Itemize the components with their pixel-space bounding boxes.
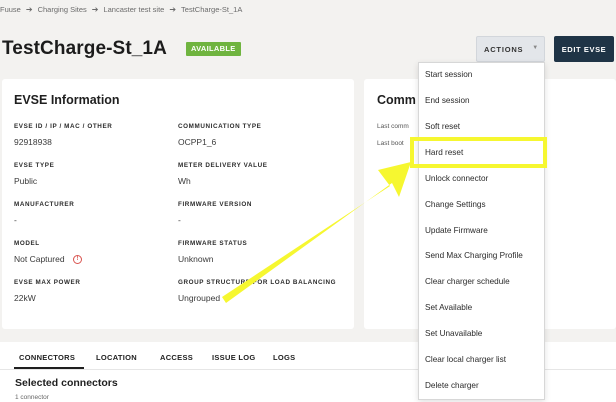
field-value-row: Not Captured ! xyxy=(14,254,82,265)
tab-issue-log[interactable]: ISSUE LOG xyxy=(212,353,256,362)
field-firmware-status: FIRMWARE STATUS Unknown xyxy=(178,240,247,264)
page-title: TestCharge-St_1A xyxy=(2,38,167,59)
annotation-highlight-box xyxy=(410,137,547,168)
field-label: GROUP STRUCTURE FOR LOAD BALANCING xyxy=(178,279,337,286)
menu-item-set-unavailable[interactable]: Set Unavailable xyxy=(425,329,482,338)
actions-menu: Start session End session Soft reset Har… xyxy=(418,62,545,400)
menu-item-soft-reset[interactable]: Soft reset xyxy=(425,122,460,131)
tab-logs[interactable]: LOGS xyxy=(273,353,295,362)
field-label: EVSE MAX POWER xyxy=(14,279,81,286)
field-label: METER DELIVERY VALUE xyxy=(178,162,268,169)
communication-heading: Comm xyxy=(377,93,416,107)
tab-access[interactable]: ACCESS xyxy=(160,353,193,362)
breadcrumb-item-charging-sites[interactable]: Charging Sites xyxy=(38,5,87,14)
breadcrumb-arrow-icon: ➔ xyxy=(25,4,33,14)
field-group-structure: GROUP STRUCTURE FOR LOAD BALANCING Ungro… xyxy=(178,279,336,303)
actions-label: ACTIONS xyxy=(484,44,524,54)
field-label: MANUFACTURER xyxy=(14,201,75,208)
field-communication-type: COMMUNICATION TYPE OCPP1_6 xyxy=(178,123,261,147)
menu-item-update-firmware[interactable]: Update Firmware xyxy=(425,226,488,235)
actions-dropdown-button[interactable]: ACTIONS ▼ xyxy=(476,36,545,62)
breadcrumb-arrow-icon: ➔ xyxy=(169,4,177,14)
connector-count: 1 connector xyxy=(15,394,49,401)
active-tab-indicator xyxy=(14,367,84,369)
field-label: FIRMWARE VERSION xyxy=(178,201,252,208)
field-meter-delivery-value: METER DELIVERY VALUE Wh xyxy=(178,162,268,186)
field-label: MODEL xyxy=(14,240,40,247)
edit-evse-button[interactable]: EDIT EVSE xyxy=(554,36,614,62)
last-boot-label: Last boot xyxy=(377,140,404,147)
field-firmware-version: FIRMWARE VERSION - xyxy=(178,201,252,225)
field-value: Wh xyxy=(178,176,191,186)
menu-item-delete-charger[interactable]: Delete charger xyxy=(425,381,479,390)
status-badge: AVAILABLE xyxy=(186,42,241,56)
selected-connectors-title: Selected connectors xyxy=(15,377,118,389)
breadcrumb-item-fuuse[interactable]: Fuuse xyxy=(0,5,21,14)
field-value: - xyxy=(14,215,17,225)
menu-item-unlock-connector[interactable]: Unlock connector xyxy=(425,174,488,183)
menu-item-start-session[interactable]: Start session xyxy=(425,70,472,79)
menu-item-clear-charger-schedule[interactable]: Clear charger schedule xyxy=(425,277,510,286)
field-evse-max-power: EVSE MAX POWER 22kW xyxy=(14,279,80,303)
field-value: Not Captured xyxy=(14,254,65,264)
field-evse-id: EVSE ID / IP / MAC / OTHER 92918938 xyxy=(14,123,112,147)
breadcrumb-item-site[interactable]: Lancaster test site xyxy=(103,5,164,14)
menu-item-change-settings[interactable]: Change Settings xyxy=(425,200,486,209)
field-value: OCPP1_6 xyxy=(178,137,217,147)
breadcrumb: Fuuse ➔ Charging Sites ➔ Lancaster test … xyxy=(0,3,242,15)
chevron-down-icon: ▼ xyxy=(532,45,539,51)
menu-item-set-available[interactable]: Set Available xyxy=(425,303,472,312)
tab-connectors[interactable]: CONNECTORS xyxy=(19,353,75,362)
evse-information-card: EVSE Information EVSE ID / IP / MAC / OT… xyxy=(2,79,354,329)
menu-item-send-max-charging-profile[interactable]: Send Max Charging Profile xyxy=(425,251,523,260)
field-label: COMMUNICATION TYPE xyxy=(178,123,262,130)
field-value: - xyxy=(178,215,181,225)
evse-information-heading: EVSE Information xyxy=(14,93,120,107)
field-label: EVSE ID / IP / MAC / OTHER xyxy=(14,123,113,130)
tab-location[interactable]: LOCATION xyxy=(96,353,137,362)
field-value: Unknown xyxy=(178,254,214,264)
field-value: 22kW xyxy=(14,293,36,303)
field-label: EVSE TYPE xyxy=(14,162,55,169)
field-value: 92918938 xyxy=(14,137,52,147)
menu-item-clear-local-charger-list[interactable]: Clear local charger list xyxy=(425,355,506,364)
last-communication-label: Last comm xyxy=(377,123,409,130)
field-evse-type: EVSE TYPE Public xyxy=(14,162,54,186)
field-model: MODEL Not Captured ! xyxy=(14,240,82,265)
field-value: Public xyxy=(14,176,38,186)
breadcrumb-item-current: TestCharge-St_1A xyxy=(181,4,243,14)
menu-item-end-session[interactable]: End session xyxy=(425,96,470,105)
breadcrumb-arrow-icon: ➔ xyxy=(91,4,99,14)
field-value: Ungrouped xyxy=(178,293,221,303)
field-manufacturer: MANUFACTURER - xyxy=(14,201,74,225)
info-alert-icon[interactable]: ! xyxy=(72,255,82,265)
field-label: FIRMWARE STATUS xyxy=(178,240,248,247)
